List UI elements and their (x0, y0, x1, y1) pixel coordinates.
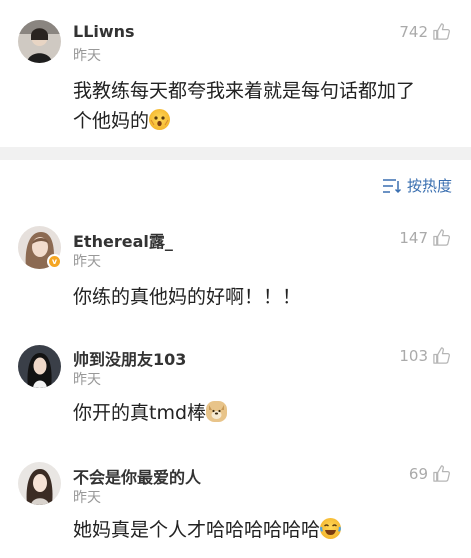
timestamp: 昨天 (73, 372, 101, 388)
comment-text: 你练的真他妈的好啊！！！ (73, 286, 302, 308)
timestamp: 昨天 (73, 48, 101, 64)
like-button[interactable]: 742 (399, 22, 451, 41)
verified-badge-icon: v (47, 254, 62, 269)
timestamp: 昨天 (73, 254, 101, 270)
comment-item: LLiwns 昨天 742 我教练每天都夸我来着就是每句话都加了 个他妈的 (0, 0, 471, 147)
comment-text: 我教练每天都夸我来着就是每句话都加了 个他妈的 (73, 76, 453, 136)
laughing-tears-emoji (320, 518, 342, 539)
shocked-face-emoji (149, 109, 171, 130)
sort-label: 按热度 (406, 177, 452, 195)
comment-text-line: 我教练每天都夸我来着就是每句话都加了 (73, 80, 416, 102)
sort-list-icon (382, 178, 401, 194)
section-divider (0, 147, 471, 160)
thumbs-up-icon (432, 464, 451, 483)
comment-item: 帅到没朋友103 昨天 103 你开的真tmd棒 (0, 328, 471, 436)
username[interactable]: 帅到没朋友103 (73, 346, 186, 370)
comment-text-line: 个他妈的 (73, 106, 453, 136)
avatar[interactable] (18, 345, 61, 388)
comment-text-fragment: 个他妈的 (73, 110, 150, 132)
like-button[interactable]: 147 (399, 228, 451, 247)
avatar[interactable] (18, 20, 61, 63)
comment-item: 不会是你最爱的人 昨天 69 她妈真是个人才哈哈哈哈哈哈 (0, 446, 471, 558)
thumbs-up-icon (432, 346, 451, 365)
username[interactable]: Ethereal露_ (73, 228, 173, 252)
like-button[interactable]: 103 (399, 346, 451, 365)
thumbs-up-icon (432, 228, 451, 247)
like-button[interactable]: 69 (409, 464, 451, 483)
comment-text-fragment: 她妈真是个人才哈哈哈哈哈哈 (73, 519, 321, 541)
thumbs-up-icon (432, 22, 451, 41)
like-count: 69 (408, 464, 428, 483)
username[interactable]: 不会是你最爱的人 (73, 464, 201, 488)
timestamp: 昨天 (73, 490, 101, 506)
like-count: 103 (399, 346, 428, 365)
avatar[interactable] (18, 462, 61, 505)
comment-text-fragment: 你开的真tmd棒 (73, 402, 207, 424)
sort-by-hot-button[interactable]: 按热度 (382, 175, 452, 196)
comment-text: 你开的真tmd棒 (73, 398, 453, 428)
like-count: 147 (399, 228, 428, 247)
comment-item: v Ethereal露_ 昨天 147 你练的真他妈的好啊！！！ (0, 210, 471, 318)
comment-text: 她妈真是个人才哈哈哈哈哈哈 (73, 515, 453, 545)
username[interactable]: LLiwns (73, 22, 135, 41)
like-count: 742 (399, 22, 428, 41)
doge-emoji (206, 401, 228, 422)
